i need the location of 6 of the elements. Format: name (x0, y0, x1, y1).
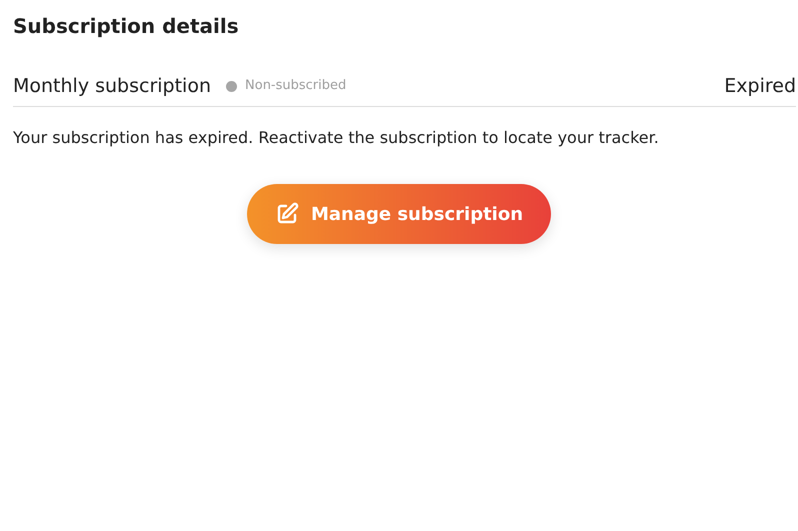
plan-state: Expired (724, 74, 796, 99)
section-title: Subscription details (13, 13, 239, 40)
expiry-message: Your subscription has expired. Reactivate the subscription to locate your tracker. (13, 127, 659, 149)
status-label: Non-subscribed (245, 77, 346, 96)
plan-name: Monthly subscription (13, 74, 212, 99)
manage-subscription-button[interactable]: Manage subscription (246, 184, 552, 244)
